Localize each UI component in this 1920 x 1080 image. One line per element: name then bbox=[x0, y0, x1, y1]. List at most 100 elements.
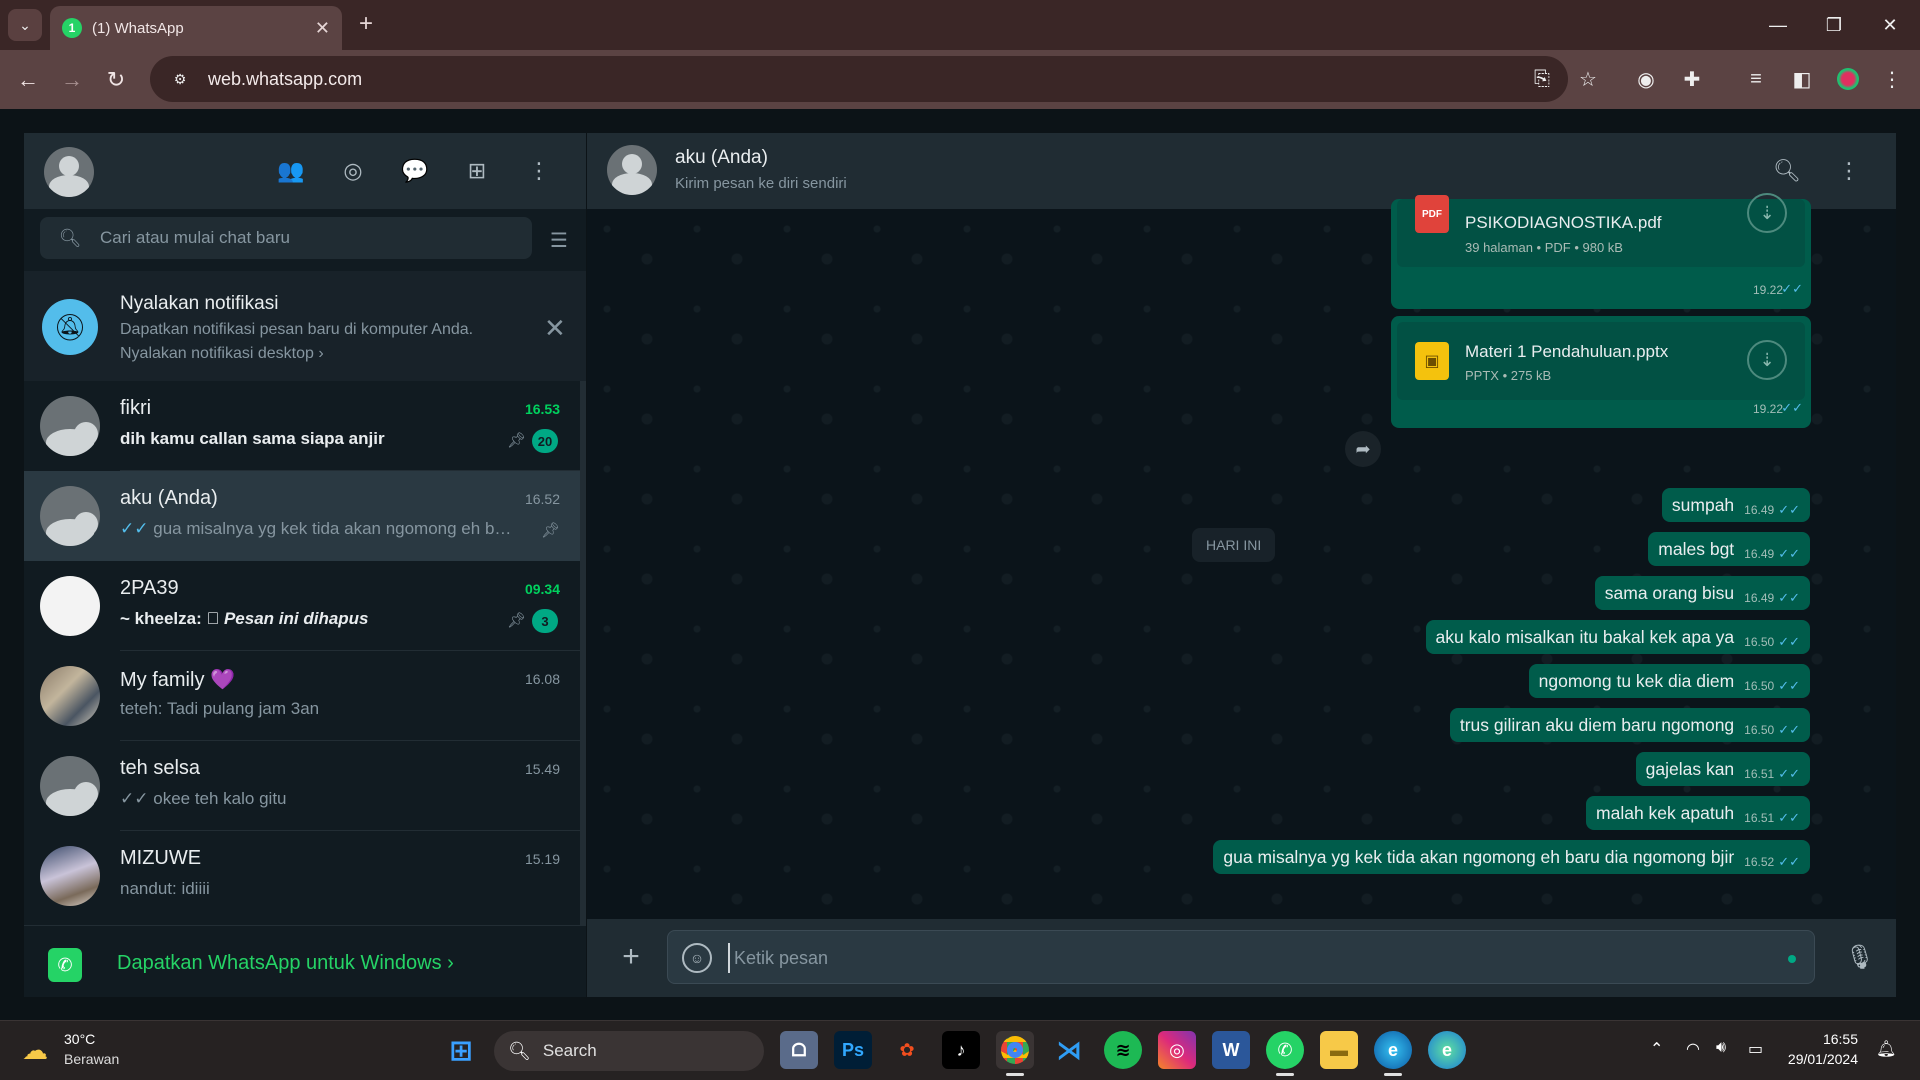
folder-icon[interactable]: ▬ bbox=[1320, 1031, 1358, 1069]
microphone-icon[interactable]: 🎙︎ bbox=[1843, 940, 1877, 974]
incognito-icon[interactable]: ◉ bbox=[1630, 63, 1662, 95]
wifi-icon[interactable]: ◠ bbox=[1686, 1039, 1700, 1059]
windows-start-icon[interactable]: ⊞ bbox=[442, 1031, 480, 1069]
search-icon[interactable]: 🔍︎ bbox=[1771, 155, 1803, 187]
outgoing-message[interactable]: males bgt 16.49 ✓✓ bbox=[1648, 532, 1810, 566]
chat-sender: ~ kheelza: bbox=[120, 609, 202, 628]
notification-banner[interactable]: 🔕︎ Nyalakan notifikasi Dapatkan notifika… bbox=[24, 271, 586, 381]
outgoing-message[interactable]: aku kalo misalkan itu bakal kek apa ya 16… bbox=[1425, 620, 1810, 654]
status-icon[interactable]: ◎ bbox=[336, 154, 370, 188]
bookmark-star-icon[interactable]: ☆ bbox=[1574, 65, 1602, 93]
weather-cloud-icon[interactable]: ☁ bbox=[22, 1035, 56, 1065]
instagram-icon[interactable]: ◎ bbox=[1158, 1031, 1196, 1069]
spotify-icon[interactable]: ≋ bbox=[1104, 1031, 1142, 1069]
my-avatar[interactable] bbox=[44, 147, 94, 197]
close-icon[interactable]: ✕ bbox=[315, 18, 330, 39]
chat-time: 09.34 bbox=[524, 581, 560, 597]
get-app-banner[interactable]: ✆ Dapatkan WhatsApp untuk Windows › bbox=[24, 925, 586, 997]
chat-item-2pa39[interactable]: 2PA39 09.34 ~ kheelza: ⃠ Pesan ini dihap… bbox=[24, 561, 580, 651]
read-ticks-icon: ✓✓ bbox=[1781, 400, 1803, 415]
side-panel-icon[interactable]: ◧ bbox=[1786, 63, 1818, 95]
download-icon[interactable]: ⇣ bbox=[1747, 193, 1787, 233]
new-tab-button[interactable]: + bbox=[352, 10, 380, 38]
message-area: PDF PSIKODIAGNOSTIKA.pdf 39 halaman • PD… bbox=[587, 193, 1896, 919]
message-input[interactable] bbox=[728, 943, 1728, 973]
get-app-link[interactable]: Dapatkan WhatsApp untuk Windows › bbox=[117, 952, 454, 975]
outgoing-message[interactable]: malah kek apatuh 16.51 ✓✓ bbox=[1586, 796, 1810, 830]
volume-icon[interactable]: 🔊︎ bbox=[1716, 1039, 1726, 1057]
taskbar-search[interactable]: 🔍︎ Search bbox=[494, 1031, 764, 1071]
tab-whatsapp[interactable]: 1 (1) WhatsApp ✕ bbox=[50, 6, 342, 50]
active-indicator bbox=[1384, 1073, 1402, 1076]
scrollbar[interactable] bbox=[580, 381, 586, 925]
install-app-icon[interactable]: ⎘ bbox=[1528, 65, 1556, 93]
whatsapp-taskbar-icon[interactable]: ✆ bbox=[1266, 1031, 1304, 1069]
message-time: 16.51 bbox=[1744, 767, 1775, 781]
chat-item-self[interactable]: aku (Anda) 16.52 ✓✓ gua misalnya yg kek … bbox=[24, 471, 580, 561]
forward-icon[interactable]: ➦ bbox=[1345, 431, 1381, 467]
channels-icon[interactable]: 💬 bbox=[398, 154, 432, 188]
tab-search-button[interactable]: ⌄ bbox=[8, 9, 42, 41]
close-icon[interactable]: ✕ bbox=[544, 313, 566, 344]
outgoing-message[interactable]: trus giliran aku diem baru ngomong 16.50 ✓… bbox=[1449, 708, 1810, 742]
figma-icon[interactable]: ✿ bbox=[888, 1031, 926, 1069]
active-indicator bbox=[1276, 1073, 1294, 1076]
forward-icon[interactable]: → bbox=[54, 62, 90, 98]
download-icon[interactable]: ⇣ bbox=[1747, 340, 1787, 380]
word-icon[interactable]: W bbox=[1212, 1031, 1250, 1069]
browser-menu-icon[interactable]: ⋮ bbox=[1876, 63, 1908, 95]
chat-time: 15.19 bbox=[524, 851, 560, 867]
outgoing-message[interactable]: sumpah 16.49 ✓✓ bbox=[1661, 488, 1810, 522]
attach-plus-icon[interactable]: + bbox=[613, 939, 649, 975]
url-text: web.whatsapp.com bbox=[208, 68, 363, 89]
message-box[interactable]: ☺ bbox=[667, 930, 1815, 984]
chrome-icon[interactable] bbox=[996, 1031, 1034, 1069]
minimize-icon[interactable]: — bbox=[1758, 10, 1798, 40]
file-name: Materi 1 Pendahuluan.pptx bbox=[1465, 342, 1669, 361]
notification-link[interactable]: Nyalakan notifikasi desktop › bbox=[120, 345, 324, 363]
battery-icon[interactable]: ▭ bbox=[1748, 1039, 1763, 1059]
edge-icon[interactable]: e bbox=[1374, 1031, 1412, 1069]
filter-icon[interactable]: ☰ bbox=[546, 227, 572, 253]
new-chat-icon[interactable]: ⊞ bbox=[460, 154, 494, 188]
site-info-icon[interactable]: ⚙ bbox=[166, 65, 194, 93]
outgoing-message[interactable]: sama orang bisu 16.49 ✓✓ bbox=[1594, 576, 1810, 610]
tray-chevron-icon[interactable]: ⌃ bbox=[1650, 1039, 1663, 1059]
tiktok-icon[interactable]: ♪ bbox=[942, 1031, 980, 1069]
chat-name: My family 💜 bbox=[120, 667, 235, 692]
restore-icon[interactable]: ❐ bbox=[1814, 10, 1854, 40]
edge-beta-icon[interactable]: e bbox=[1428, 1031, 1466, 1069]
media-control-icon[interactable]: ≡ bbox=[1740, 63, 1772, 95]
chat-item-teh-selsa[interactable]: teh selsa 15.49 ✓✓ okee teh kalo gitu bbox=[24, 741, 580, 831]
document-message[interactable]: ▣ Materi 1 Pendahuluan.pptx PPTX • 275 k… bbox=[1391, 316, 1811, 428]
photoshop-icon[interactable]: Ps bbox=[834, 1031, 872, 1069]
document-message[interactable]: PDF PSIKODIAGNOSTIKA.pdf 39 halaman • PD… bbox=[1391, 193, 1811, 309]
file-explorer-pin-icon[interactable]: ᗝ bbox=[780, 1031, 818, 1069]
outgoing-message[interactable]: ngomong tu kek dia diem 16.50 ✓✓ bbox=[1528, 664, 1810, 698]
extensions-icon[interactable]: ✚ bbox=[1676, 63, 1708, 95]
emoji-icon[interactable]: ☺ bbox=[682, 943, 712, 973]
back-icon[interactable]: ← bbox=[10, 62, 46, 98]
taskbar: ☁ 30°C Berawan ⊞ 🔍︎ Search ᗝ Ps ✿ ♪ ⋊ ≋ … bbox=[0, 1020, 1920, 1080]
vscode-icon[interactable]: ⋊ bbox=[1050, 1031, 1088, 1069]
communities-icon[interactable]: 👥 bbox=[274, 154, 308, 188]
notification-bell-icon[interactable]: 🔔︎ bbox=[1876, 1039, 1896, 1059]
clock-time[interactable]: 16:55 bbox=[1788, 1031, 1858, 1047]
outgoing-message[interactable]: gajelas kan 16.51 ✓✓ bbox=[1635, 752, 1810, 786]
window-close-icon[interactable]: ✕ bbox=[1870, 10, 1910, 40]
menu-icon[interactable]: ⋮ bbox=[1833, 155, 1865, 187]
search-box[interactable]: 🔍︎ bbox=[40, 217, 532, 259]
notification-title: Nyalakan notifikasi bbox=[120, 293, 279, 314]
conversation-header[interactable]: aku (Anda) Kirim pesan ke diri sendiri 🔍… bbox=[587, 133, 1896, 209]
clock-date[interactable]: 29/01/2024 bbox=[1768, 1051, 1858, 1067]
chat-item-my-family[interactable]: My family 💜 16.08 teteh: Tadi pulang jam… bbox=[24, 651, 580, 741]
address-bar[interactable]: ⚙ web.whatsapp.com ⎘ ☆ bbox=[150, 56, 1597, 102]
chat-item-mizuwe[interactable]: MIZUWE 15.19 nandut: idiiii bbox=[24, 831, 580, 921]
outgoing-message[interactable]: gua misalnya yg kek tida akan ngomong eh… bbox=[1213, 840, 1810, 874]
reload-icon[interactable]: ↻ bbox=[98, 62, 134, 98]
profile-avatar-icon[interactable] bbox=[1832, 63, 1864, 95]
menu-icon[interactable]: ⋮ bbox=[522, 154, 556, 188]
search-input[interactable] bbox=[100, 228, 500, 248]
chat-item-fikri[interactable]: fikri 16.53 dih kamu callan sama siapa a… bbox=[24, 381, 580, 471]
avatar[interactable] bbox=[607, 145, 657, 195]
